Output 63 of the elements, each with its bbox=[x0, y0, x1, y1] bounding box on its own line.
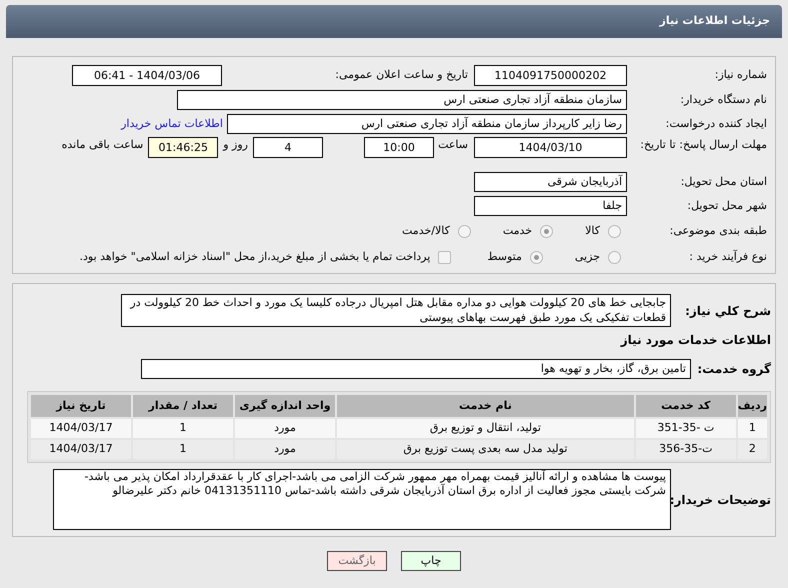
back-button[interactable]: بازگشت bbox=[327, 551, 387, 571]
table-cell: 1 bbox=[738, 419, 767, 438]
column-header: ردیف bbox=[738, 395, 767, 417]
table-cell: 1404/03/17 bbox=[31, 440, 131, 459]
column-header: نام خدمت bbox=[337, 395, 634, 417]
column-header: کد خدمت bbox=[636, 395, 736, 417]
table-cell: 1404/03/17 bbox=[31, 419, 131, 438]
city-label: شهر محل تحویل: bbox=[686, 198, 767, 214]
radio-label: کالا/خدمت bbox=[402, 222, 450, 239]
creator-field: رضا زایر کارپرداز سازمان منطقه آزاد تجاری صنعتی ارس bbox=[227, 114, 627, 134]
category-label: طبقه بندی موضوعی: bbox=[668, 222, 767, 239]
contact-link[interactable]: اطلاعات تماس خریدار bbox=[121, 116, 223, 132]
radio-label: کالا bbox=[585, 222, 600, 239]
radio-label: جزیی bbox=[574, 248, 600, 265]
column-header: تعداد / مقدار bbox=[133, 395, 233, 417]
service-group-label: گروه خدمت: bbox=[696, 361, 771, 378]
buyer-field: سازمان منطقه آزاد تجاری صنعتی ارس bbox=[177, 90, 627, 110]
creator-label: ایجاد کننده درخواست: bbox=[664, 116, 767, 132]
table-cell: 1 bbox=[133, 440, 233, 459]
table-cell: 2 bbox=[738, 440, 767, 459]
deadline-date-field: 1404/03/10 bbox=[474, 137, 627, 158]
table-cell: مورد bbox=[235, 440, 335, 459]
purchase-label: نوع فرآیند خرید : bbox=[688, 248, 767, 265]
radio-button[interactable] bbox=[608, 250, 621, 264]
announce-field: 1404/03/06 - 06:41 bbox=[72, 64, 222, 86]
page-title: جزئیات اطلاعات نیاز bbox=[660, 13, 770, 30]
buyer-notes-field: پیوست ها مشاهده و ارائه آنالیز قیمت بهمراه مهر ممهور شرکت الزامی می باشد-اجرای کار با عقدقرارداد امکان پذیر می باشد-شرکت بایستی مجوز فعالیت از اداره برق استان آذربایجان شرقی داشته باشد-تماس 04131351110 خانم دکتر علیرضالو bbox=[53, 469, 671, 530]
deadline-time-field: 10:00 bbox=[364, 137, 434, 158]
description-field: جابجایی خط های 20 کیلوولت هوایی دو مداره مقابل هتل امپریال درجاده کلیسا یک مورد و احداث خط 20 کیلوولت در قطعات تفکیکی یک مورد طبق فهرست بهاهای پیوستی bbox=[121, 294, 671, 327]
need-number-field: 1104091750000202 bbox=[474, 64, 627, 86]
days-label: روز و bbox=[222, 137, 249, 153]
description-label: شرح کلي نياز: bbox=[684, 302, 771, 320]
radio-label: متوسط bbox=[487, 248, 522, 265]
service-group-field: تامین برق، گاز، بخار و تهویه هوا bbox=[141, 359, 691, 379]
column-header: واحد اندازه گیری bbox=[235, 395, 335, 417]
radio-label: خدمت bbox=[502, 222, 532, 239]
province-label: استان محل تحویل: bbox=[680, 174, 767, 190]
remaining-label: ساعت باقی مانده bbox=[62, 137, 144, 153]
remaining-time-field: 01:46:25 bbox=[148, 137, 218, 158]
city-field: جلفا bbox=[474, 196, 627, 216]
buyer-notes-label: توضیحات خریدار: bbox=[671, 492, 771, 508]
need-number-label: شماره نیاز: bbox=[714, 66, 767, 83]
buyer-label: نام دستگاه خریدار: bbox=[679, 92, 767, 108]
table-cell: تولید، انتقال و توزیع برق bbox=[337, 419, 634, 438]
table-cell: ت-35-356 bbox=[636, 440, 736, 459]
radio-button[interactable] bbox=[530, 250, 543, 264]
radio-button[interactable] bbox=[540, 224, 554, 238]
table-cell: 1 bbox=[133, 419, 233, 438]
print-button[interactable]: چاپ bbox=[401, 551, 461, 571]
table-cell: مورد bbox=[235, 419, 335, 438]
days-field: 4 bbox=[253, 137, 323, 158]
payment-checkbox[interactable] bbox=[438, 250, 452, 264]
radio-button[interactable] bbox=[608, 224, 621, 238]
table-cell: ت -35-351 bbox=[636, 419, 736, 438]
announce-label: تاریخ و ساعت اعلان عمومی: bbox=[334, 66, 469, 83]
time-label: ساعت bbox=[437, 137, 469, 153]
payment-text: پرداخت تمام یا بخشی از مبلغ خرید،از محل "اسناد خزانه اسلامی" خواهد بود. bbox=[80, 248, 430, 265]
radio-button[interactable] bbox=[458, 224, 471, 238]
column-header: تاریخ نیاز bbox=[31, 395, 131, 417]
deadline-label: مهلت ارسال پاسخ: تا تاریخ: bbox=[639, 137, 767, 152]
province-field: آذربایجان شرقی bbox=[474, 172, 627, 192]
services-title: اطلاعات خدمات مورد نیاز bbox=[619, 332, 771, 349]
table-cell: تولید مدل سه بعدی پست توزیع برق bbox=[337, 440, 634, 459]
